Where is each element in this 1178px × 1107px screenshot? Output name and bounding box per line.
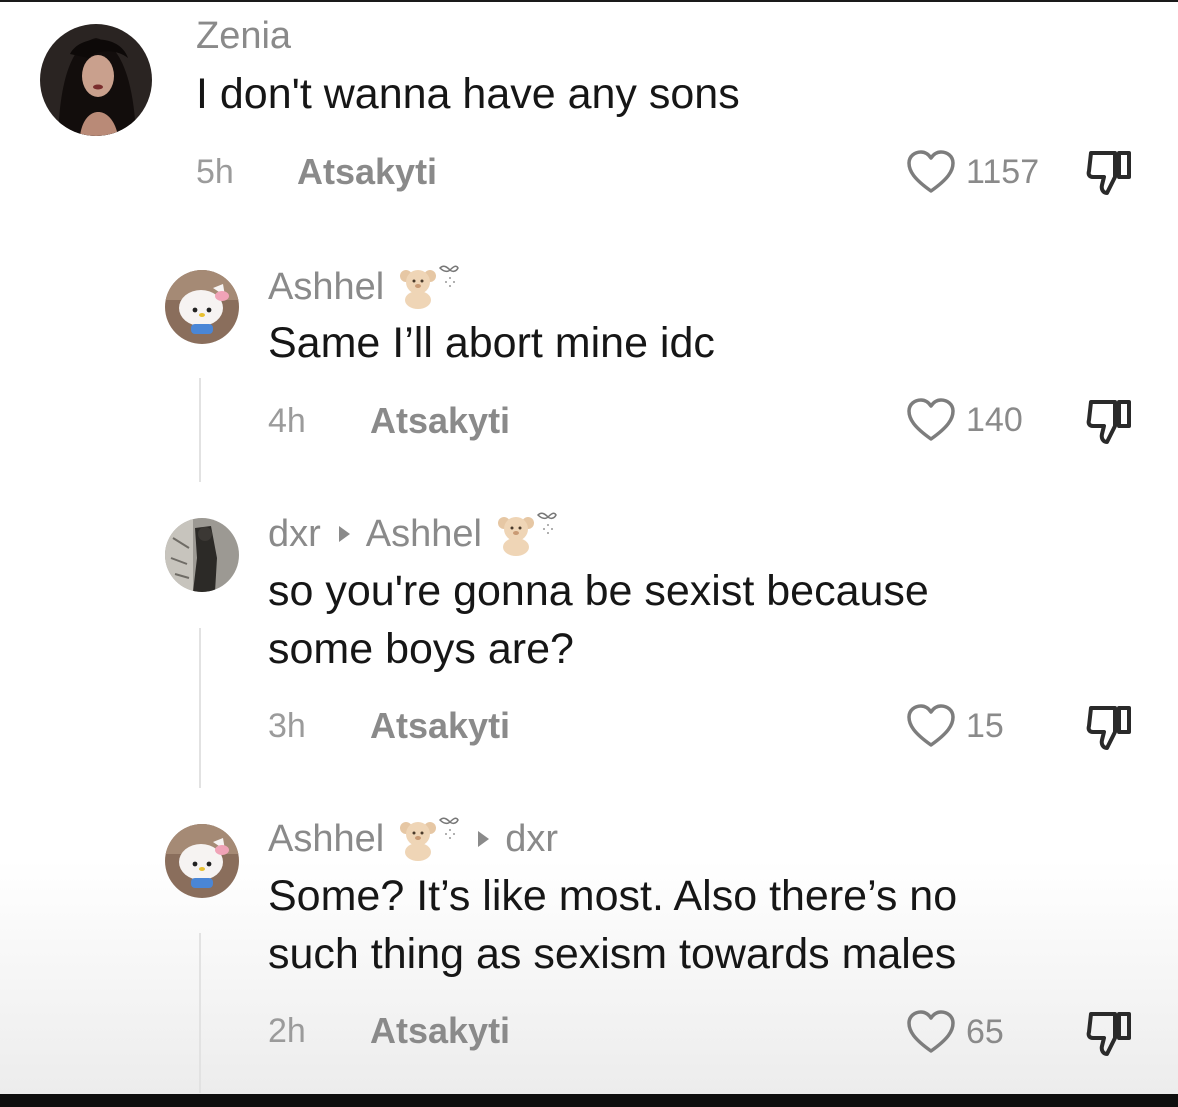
teddy-bear-bow-emoji bbox=[494, 511, 558, 557]
comment-text-line: so you're gonna be sexist because bbox=[268, 567, 929, 615]
thread-line bbox=[199, 933, 201, 1093]
comment-text-line: Same I’ll abort mine idc bbox=[268, 319, 715, 367]
username-text[interactable]: dxr bbox=[268, 513, 321, 555]
avatar[interactable] bbox=[165, 270, 239, 344]
thread-line bbox=[199, 378, 201, 482]
reply-arrow-icon bbox=[338, 526, 350, 542]
like-button[interactable]: 15 bbox=[906, 703, 1004, 749]
comment-username[interactable]: Ashhel bbox=[268, 264, 460, 310]
comment-username[interactable]: Zenia bbox=[196, 15, 291, 57]
comment-time: 5h bbox=[196, 153, 234, 191]
avatar[interactable] bbox=[40, 24, 152, 136]
comment-text: Some? It’s like most. Also there’s no su… bbox=[268, 867, 957, 983]
username-text[interactable]: Ashhel bbox=[268, 266, 384, 308]
comment-username[interactable]: dxr Ashhel bbox=[268, 511, 558, 557]
comment-text: I don't wanna have any sons bbox=[196, 65, 740, 123]
comment-text: so you're gonna be sexist because some b… bbox=[268, 562, 929, 678]
teddy-bear-bow-emoji bbox=[396, 816, 460, 862]
heart-outline-icon bbox=[907, 704, 955, 747]
reply-arrow-icon bbox=[478, 831, 490, 847]
reply-to-username[interactable]: dxr bbox=[505, 818, 558, 860]
avatar[interactable] bbox=[165, 824, 239, 898]
top-border bbox=[0, 0, 1178, 2]
like-button[interactable]: 1157 bbox=[906, 149, 1039, 195]
thumbs-down-icon[interactable] bbox=[1085, 396, 1133, 446]
comment-time: 3h bbox=[268, 707, 306, 745]
heart-outline-icon bbox=[907, 398, 955, 441]
username-text[interactable]: Zenia bbox=[196, 15, 291, 57]
comment-text-line: such thing as sexism towards males bbox=[268, 930, 957, 978]
thumbs-down-icon[interactable] bbox=[1085, 1008, 1133, 1058]
comment-text-line: Some? It’s like most. Also there’s no bbox=[268, 872, 958, 920]
reply-button[interactable]: Atsakyti bbox=[370, 705, 510, 747]
thumbs-down-icon[interactable] bbox=[1085, 147, 1133, 197]
heart-outline-icon bbox=[907, 150, 955, 193]
thread-line bbox=[199, 628, 201, 788]
thumbs-down-icon[interactable] bbox=[1085, 702, 1133, 752]
teddy-bear-bow-emoji bbox=[396, 264, 460, 310]
like-count: 65 bbox=[966, 1012, 1004, 1051]
reply-button[interactable]: Atsakyti bbox=[370, 1010, 510, 1052]
username-text[interactable]: Ashhel bbox=[268, 818, 384, 860]
comment-text-line: I don't wanna have any sons bbox=[196, 70, 740, 118]
like-button[interactable]: 65 bbox=[906, 1009, 1004, 1055]
heart-outline-icon bbox=[907, 1010, 955, 1053]
like-count: 140 bbox=[966, 400, 1023, 439]
reply-button[interactable]: Atsakyti bbox=[370, 400, 510, 442]
bottom-bar bbox=[0, 1094, 1178, 1107]
comment-time: 4h bbox=[268, 402, 306, 440]
reply-button[interactable]: Atsakyti bbox=[297, 151, 437, 193]
comment-time: 2h bbox=[268, 1012, 306, 1050]
comment-username[interactable]: Ashhel dxr bbox=[268, 816, 558, 862]
like-count: 1157 bbox=[966, 152, 1040, 191]
like-button[interactable]: 140 bbox=[906, 397, 1023, 443]
avatar[interactable] bbox=[165, 518, 239, 592]
comment-text: Same I’ll abort mine idc bbox=[268, 314, 715, 372]
like-count: 15 bbox=[966, 706, 1004, 745]
comment-text-line: some boys are? bbox=[268, 625, 574, 673]
reply-to-username[interactable]: Ashhel bbox=[366, 513, 482, 555]
